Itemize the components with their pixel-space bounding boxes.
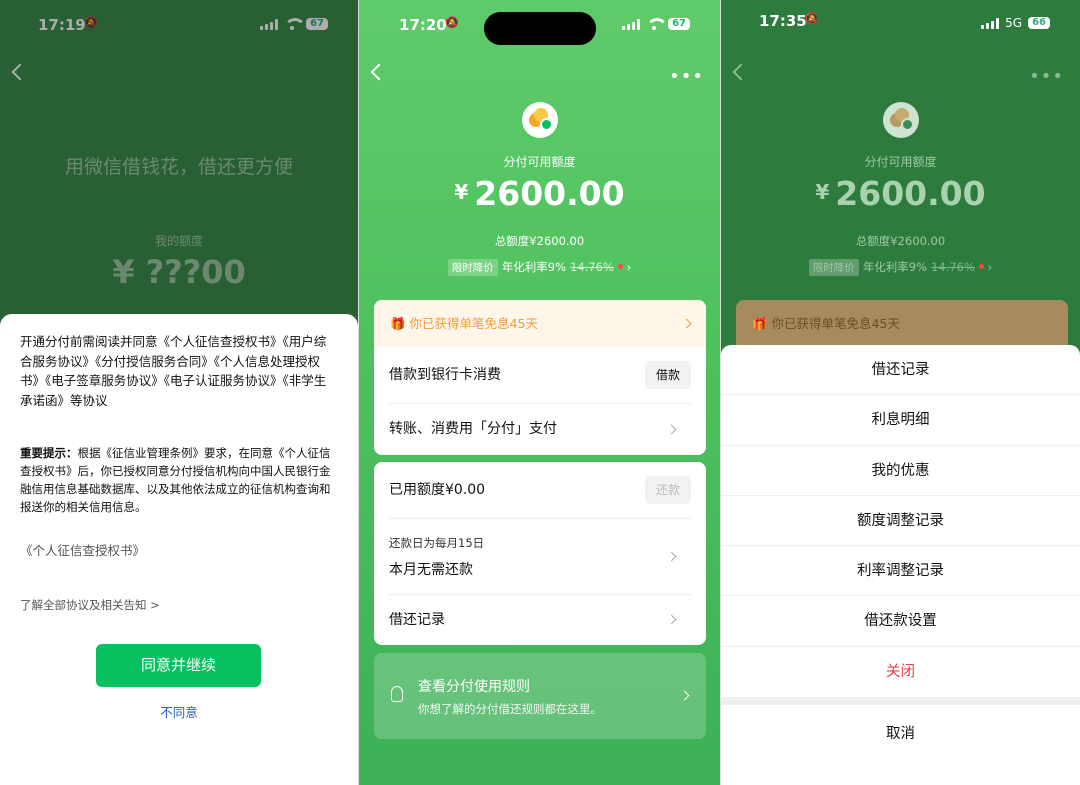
amount-value: 2600.00 <box>474 174 625 213</box>
more-menu-screen: 17:35 🔕 5G 66 ••• 分付可用额度 ¥2600.00 总额度¥26… <box>721 0 1080 785</box>
repay-button[interactable]: 还款 <box>644 476 691 504</box>
rate-text: 年化利率9% <box>862 260 928 274</box>
important-notice: 重要提示：根据《征信业管理条例》要求，在同意《个人征信查授权书》后，你已授权同意… <box>20 444 338 516</box>
available-amount: ¥2600.00 <box>721 174 1080 213</box>
repay-day-text: 还款日为每月15日 <box>389 536 485 550</box>
red-dot-icon <box>978 264 984 269</box>
rules-title: 查看分付使用规则 <box>418 679 530 695</box>
back-icon[interactable] <box>732 63 750 81</box>
amount-value: 2600.00 <box>835 174 986 213</box>
repay-card: 已用额度¥0.00 还款 还款日为每月15日 本月无需还款 借还记录 <box>374 462 706 645</box>
old-rate: 14.76% <box>570 260 614 274</box>
available-amount: ¥2600.00 <box>359 174 720 213</box>
rules-subtitle: 你想了解的分付借还规则都在这里。 <box>418 702 602 716</box>
interest-rate-info: 限时降价 年化利率9% 14.76% › <box>721 259 1080 276</box>
wifi-icon <box>646 18 669 30</box>
status-bar: 17:20 🔕 67 <box>359 16 720 40</box>
menu-item-repay-settings[interactable]: 借还款设置 <box>721 596 1080 647</box>
signal-icon <box>622 18 641 30</box>
total-quota: 总额度¥2600.00 <box>494 234 585 248</box>
interest-free-promo[interactable]: 🎁 你已获得单笔免息45天 <box>374 300 706 347</box>
agreement-screen: 17:19 🔕 67 用微信借钱花，借还更方便 我的额度 ¥ ???00 开通分… <box>0 0 358 785</box>
agreement-intro: 开通分付前需阅读并同意《个人征信查授权书》《用户综合服务协议》《分付授信服务合同… <box>20 334 327 408</box>
battery-icon: 66 <box>1028 17 1050 29</box>
mute-bell-icon: 🔕 <box>445 16 459 29</box>
sheet-separator <box>721 697 1080 706</box>
promo-text: 你已获得单笔免息45天 <box>409 316 538 331</box>
chevron-right-icon <box>666 614 677 625</box>
old-rate: 14.76% <box>931 260 975 274</box>
disagree-link[interactable]: 不同意 <box>0 702 358 721</box>
records-label: 借还记录 <box>389 612 445 628</box>
lightbulb-icon <box>391 686 403 702</box>
credit-auth-doc-link[interactable]: 《个人征信查授权书》 <box>20 540 145 559</box>
transfer-pay-label: 转账、消费用「分付」支付 <box>389 421 557 437</box>
fenfu-logo-icon <box>521 102 558 138</box>
more-icon[interactable]: ••• <box>1029 66 1064 87</box>
all-agreements-link[interactable]: 了解全部协议及相关告知 > <box>20 597 160 613</box>
fenfu-logo-icon <box>882 102 919 138</box>
discount-tag: 限时降价 <box>808 259 859 276</box>
borrow-button[interactable]: 借款 <box>644 361 691 389</box>
back-icon[interactable] <box>370 63 388 81</box>
menu-item-quota-adjust-log[interactable]: 额度调整记录 <box>721 496 1080 547</box>
notice-label: 重要提示： <box>20 446 78 460</box>
status-time: 17:35 <box>759 12 807 30</box>
fenfu-home-screen: 17:20 🔕 67 ••• 分付可用额度 ¥2600.00 总额度¥2600.… <box>359 0 720 785</box>
agree-continue-button[interactable]: 同意并继续 <box>96 644 261 687</box>
red-dot-icon <box>617 264 623 269</box>
menu-item-my-coupons[interactable]: 我的优惠 <box>721 446 1080 496</box>
status-bar: 17:35 🔕 5G 66 <box>721 12 1080 40</box>
action-sheet: 借还记录 利息明细 我的优惠 额度调整记录 利率调整记录 借还款设置 关闭 取消 <box>721 345 1080 785</box>
chevron-right-icon <box>681 318 692 328</box>
rules-card[interactable]: 查看分付使用规则 你想了解的分付借还规则都在这里。 <box>374 653 706 739</box>
bank-borrow-row: 借款到银行卡消费 借款 <box>389 347 691 404</box>
available-quota-label: 分付可用额度 <box>864 155 937 169</box>
currency-symbol: ¥ <box>454 180 469 204</box>
menu-item-rate-adjust-log[interactable]: 利率调整记录 <box>721 546 1080 597</box>
status-time: 17:20 <box>399 16 447 34</box>
battery-icon: 67 <box>668 18 690 30</box>
promo-text: 你已获得单笔免息45天 <box>771 316 900 331</box>
menu-item-records[interactable]: 借还记录 <box>721 345 1080 396</box>
currency-symbol: ¥ <box>815 180 830 204</box>
menu-item-interest-details[interactable]: 利息明细 <box>721 395 1080 446</box>
chevron-right-icon <box>679 690 690 701</box>
more-icon[interactable]: ••• <box>669 66 704 87</box>
chevron-right-icon <box>666 424 677 434</box>
used-quota-label: 已用额度¥0.00 <box>389 482 486 498</box>
discount-tag: 限时降价 <box>447 259 498 276</box>
network-type: 5G <box>1005 16 1023 30</box>
signal-icon <box>981 17 1000 29</box>
no-repay-text: 本月无需还款 <box>389 562 473 578</box>
records-row[interactable]: 借还记录 <box>389 595 691 645</box>
interest-free-promo: 🎁 你已获得单笔免息45天 <box>736 300 1068 347</box>
repay-date-row[interactable]: 还款日为每月15日 本月无需还款 <box>389 519 691 595</box>
bank-borrow-label: 借款到银行卡消费 <box>389 367 501 383</box>
mute-bell-icon: 🔕 <box>805 12 819 25</box>
rate-text: 年化利率9% <box>501 260 567 274</box>
cancel-button[interactable]: 取消 <box>721 705 1080 763</box>
interest-rate-info[interactable]: 限时降价 年化利率9% 14.76% › <box>359 259 720 276</box>
borrow-card: 🎁 你已获得单笔免息45天 借款到银行卡消费 借款 转账、消费用「分付」支付 <box>374 300 706 455</box>
transfer-pay-row[interactable]: 转账、消费用「分付」支付 <box>389 404 691 455</box>
available-quota-label: 分付可用额度 <box>503 155 576 169</box>
menu-item-close-service[interactable]: 关闭 <box>721 647 1080 697</box>
used-quota-row: 已用额度¥0.00 还款 <box>389 462 691 519</box>
total-quota: 总额度¥2600.00 <box>855 234 946 248</box>
